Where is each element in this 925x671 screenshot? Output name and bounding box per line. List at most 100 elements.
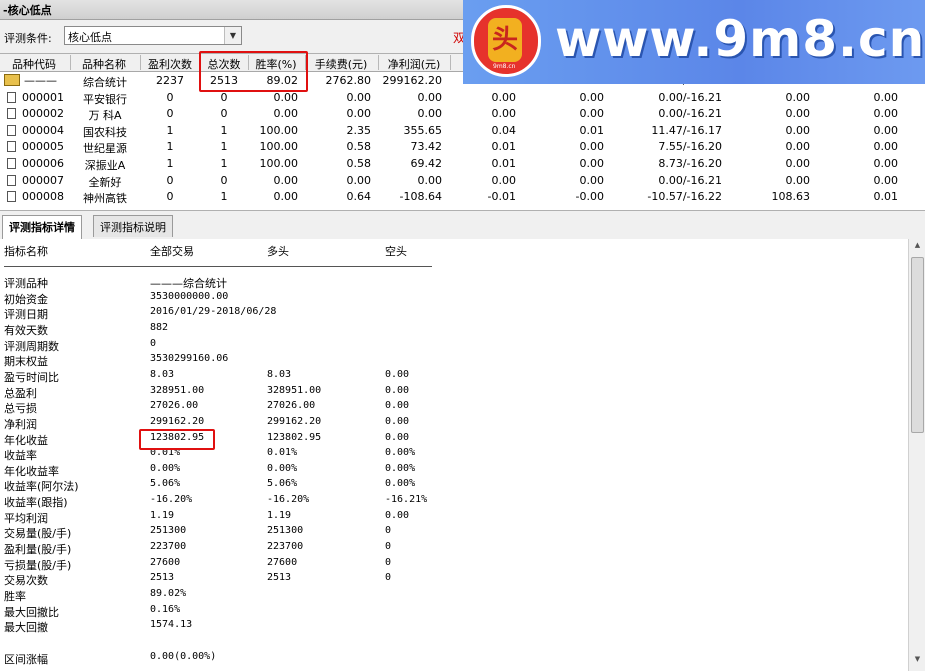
cell-fee: 0.00 [346, 107, 372, 121]
watermark-small-text: 9m8.cn [493, 63, 516, 70]
table-row[interactable]: 000006 深振业A 1 1 100.00 0.58 69.42 0.01 0.00 8.73/… [0, 156, 925, 173]
detail-row: 总亏损 27026.00 27026.00 0.00 [0, 400, 908, 416]
detail-cell-all: ———综合统计 [150, 277, 227, 290]
table-row[interactable]: 000002 万 科A 0 0 0.00 0.00 0.00 0.00 0.00 0.00/-16… [0, 106, 925, 123]
detail-cell-label: 有效天数 [4, 323, 48, 337]
cell-win-rate: 100.00 [259, 123, 299, 137]
table-row[interactable]: 000004 国农科技 1 1 100.00 2.35 355.65 0.04 0.01 11.4… [0, 123, 925, 140]
detail-cell-short: -16.21% [385, 494, 428, 506]
detail-header-divider [4, 266, 432, 267]
detail-row: 净利润 299162.20 299162.20 0.00 [0, 416, 908, 432]
chevron-down-icon[interactable]: ▼ [224, 27, 241, 44]
cell-total: 0 [220, 107, 228, 121]
detail-cell-short: 0 [385, 525, 392, 537]
cell-c11: 0.00 [785, 157, 811, 170]
cell-c11: 0.00 [785, 90, 811, 104]
table-row[interactable]: 000005 世纪星源 1 1 100.00 0.58 73.42 0.01 0.00 7.55/… [0, 139, 925, 156]
cell-code: 000001 [22, 90, 64, 104]
detail-cell-long: 223700 [267, 541, 304, 553]
detail-cell-all: 0.00% [150, 462, 181, 474]
cell-c11: 0.00 [785, 173, 811, 187]
detail-cell-long: 299162.20 [267, 415, 322, 427]
detail-cell-long: 1.19 [267, 509, 292, 521]
detail-row: 初始资金 3530000000.00 [0, 291, 908, 307]
cell-win-rate: 0.00 [273, 190, 299, 204]
detail-cell-all: 0.00(0.00%) [150, 650, 217, 662]
cell-profit-count: 0 [166, 107, 174, 121]
cell-c11: 108.63 [771, 190, 811, 204]
detail-cell-all: 251300 [150, 525, 187, 537]
detail-header-long: 多头 [267, 245, 289, 258]
condition-select[interactable]: 核心低点 ▼ [64, 26, 242, 45]
document-icon [7, 141, 16, 153]
detail-cell-label: 年化收益率 [4, 464, 59, 478]
col-header-code[interactable]: 品种代码 [2, 56, 66, 71]
col-header-name[interactable]: 品种名称 [72, 56, 136, 71]
detail-panel: 指标名称 全部交易 多头 空头 评测品种 ———综合统计 初始资金 353000000… [0, 239, 908, 671]
detail-row: 盈亏时间比 8.03 8.03 0.00 [0, 369, 908, 385]
scroll-thumb[interactable] [911, 257, 924, 433]
detail-cell-short: 0.00 [385, 400, 410, 412]
detail-cell-all: 1.19 [150, 509, 175, 521]
detail-row: 最大回撤比 0.16% [0, 604, 908, 620]
cell-code: 000002 [22, 107, 64, 121]
detail-row: 交易量(股/手) 251300 251300 0 [0, 525, 908, 541]
tab-detail[interactable]: 评测指标详情 [2, 215, 82, 239]
cell-fee: 0.58 [346, 157, 372, 170]
table-row[interactable]: 000007 全新好 0 0 0.00 0.00 0.00 0.00 0.00 0.00/-16.… [0, 173, 925, 190]
cell-name: 世纪星源 [83, 142, 127, 156]
cell-profit-count: 1 [166, 157, 174, 170]
cell-total: 1 [220, 140, 228, 154]
detail-cell-short: 0.00% [385, 447, 416, 459]
scroll-down-icon[interactable]: ▼ [911, 655, 924, 669]
cell-total: 0 [220, 173, 228, 187]
cell-name: 神州高铁 [83, 192, 127, 206]
cell-name: 万 科A [88, 109, 122, 123]
cell-c9: 0.00 [579, 107, 605, 121]
col-header-profit-count[interactable]: 盈利次数 [142, 56, 198, 71]
detail-cell-long: 328951.00 [267, 384, 322, 396]
detail-scrollbar[interactable]: ▲ ▼ [908, 239, 925, 671]
detail-cell-label: 交易量(股/手) [4, 527, 72, 541]
cell-code: 000005 [22, 140, 64, 154]
detail-row: 收益率(阿尔法) 5.06% 5.06% 0.00% [0, 478, 908, 494]
col-header-fee[interactable]: 手续费(元) [307, 56, 375, 71]
table-row[interactable]: 000008 神州高铁 0 1 0.00 0.64 -108.64 -0.01 -0.00 -10… [0, 189, 925, 206]
cell-total: 1 [220, 123, 228, 137]
cell-name: 深振业A [84, 159, 126, 172]
cell-fee: 2.35 [346, 123, 372, 137]
detail-row: 盈利量(股/手) 223700 223700 0 [0, 541, 908, 557]
detail-cell-all: 299162.20 [150, 415, 205, 427]
scroll-up-icon[interactable]: ▲ [911, 241, 924, 255]
detail-cell-label: 亏损量(股/手) [4, 558, 72, 572]
detail-cell-all: 328951.00 [150, 384, 205, 396]
cell-c10: -10.57/-16.22 [647, 190, 722, 204]
cell-net: 0.00 [417, 90, 443, 104]
cell-fee: 0.64 [346, 190, 372, 204]
detail-row: 区间涨幅 0.00(0.00%) [0, 651, 908, 667]
window-title: -核心低点 [3, 4, 52, 17]
document-icon [7, 158, 16, 169]
col-header-net[interactable]: 净利润(元) [380, 56, 448, 71]
detail-cell-short: 0.00 [385, 431, 410, 443]
table-row[interactable]: 000001 平安银行 0 0 0.00 0.00 0.00 0.00 0.00 0.00/-16… [0, 90, 925, 107]
detail-cell-all: 27026.00 [150, 400, 199, 412]
detail-row: 亏损量(股/手) 27600 27600 0 [0, 557, 908, 573]
detail-cell-label: 盈亏时间比 [4, 370, 59, 384]
tab-explain[interactable]: 评测指标说明 [93, 215, 173, 237]
detail-cell-all: 8.03 [150, 368, 175, 380]
cell-fee: 0.00 [346, 90, 372, 104]
detail-cell-label: 总盈利 [4, 386, 37, 400]
detail-cell-all: 89.02% [150, 588, 187, 599]
detail-cell-all: 3530000000.00 [150, 290, 229, 302]
condition-label: 评测条件: [4, 32, 52, 45]
detail-row: 总盈利 328951.00 328951.00 0.00 [0, 385, 908, 401]
watermark-logo-char: 头 [488, 18, 522, 62]
cell-fee: 0.00 [346, 173, 372, 187]
detail-cell-label: 盈利量(股/手) [4, 543, 72, 557]
cell-c12: 0.01 [873, 190, 899, 204]
cell-net: 0.00 [417, 173, 443, 187]
detail-cell-long: 27026.00 [267, 400, 316, 412]
cell-net: 299162.20 [382, 74, 443, 87]
cell-c11: 0.00 [785, 140, 811, 154]
